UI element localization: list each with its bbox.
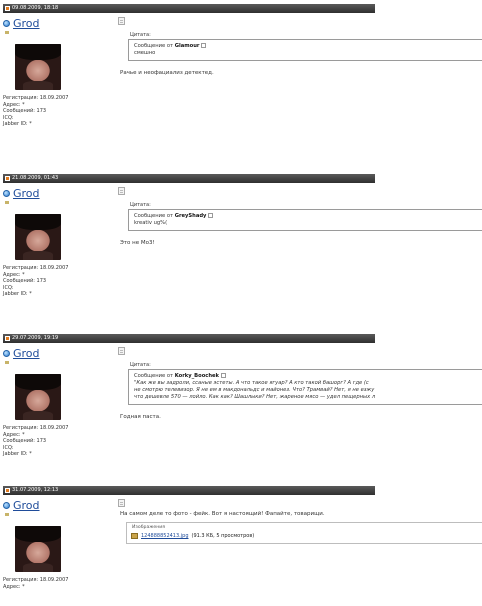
- avatar: [15, 526, 61, 572]
- post-document-icon: [118, 347, 125, 355]
- user-sidebar: Grod Регистрация: 18.09.2007 Адрес: *: [3, 499, 113, 590]
- quote-box: Сообщение от Korky_Boochek "Как же вы за…: [128, 369, 482, 405]
- post-4: 31.07.2009, 12:13 Grod Регистрация: 18.0…: [0, 482, 482, 606]
- post-header: 29.07.2009, 19:19: [3, 334, 375, 343]
- quote-block: Цитата: Сообщение от GreyShady kreativ u…: [128, 202, 482, 231]
- quote-author: GreyShady: [174, 213, 207, 219]
- avatar: [15, 44, 61, 90]
- online-status-icon: [3, 502, 10, 509]
- quote-block: Цитата: Сообщение от Korky_Boochek "Как …: [128, 362, 482, 405]
- user-info: Регистрация: 18.09.2007 Адрес: *: [3, 577, 69, 590]
- post-content: Цитата: Сообщение от Korky_Boochek "Как …: [118, 347, 482, 420]
- avatar: [15, 214, 61, 260]
- rank-icon: [5, 361, 9, 364]
- quote-block: Цитата: Сообщение от Glamour смешно: [128, 32, 482, 61]
- online-status-icon: [3, 20, 10, 27]
- attachment-meta: (91.3 КБ, 5 просмотров): [191, 533, 255, 539]
- user-info: Регистрация: 18.09.2007 Адрес: * Сообщен…: [3, 95, 69, 127]
- post-date: 31.07.2009, 12:13: [12, 487, 59, 493]
- post-date: 21.08.2009, 01:43: [12, 175, 59, 181]
- online-status-icon: [3, 190, 10, 197]
- username-link[interactable]: Grod: [13, 187, 40, 200]
- view-post-icon[interactable]: [221, 373, 226, 378]
- post-header: 09.08.2009, 18:18: [3, 4, 375, 13]
- online-status-icon: [3, 350, 10, 357]
- avatar: [15, 374, 61, 420]
- attachment-link[interactable]: 124888852413.jpg: [141, 533, 189, 539]
- view-post-icon[interactable]: [201, 43, 207, 48]
- post-message: Годная паста.: [120, 414, 161, 420]
- user-sidebar: Grod Регистрация: 18.09.2007 Адрес: * Со…: [3, 347, 113, 458]
- quote-author: Glamour: [174, 43, 200, 49]
- quote-box: Сообщение от GreyShady kreativ ug%(: [128, 209, 482, 231]
- post-icon: [5, 488, 10, 493]
- post-message: Это не Mo3!: [120, 240, 155, 246]
- post-message: Рачье и неофациализ детектед.: [120, 70, 214, 76]
- rank-icon: [5, 513, 9, 516]
- username-link[interactable]: Grod: [13, 347, 40, 360]
- user-info: Регистрация: 18.09.2007 Адрес: * Сообщен…: [3, 425, 69, 457]
- rank-icon: [5, 201, 9, 204]
- post-content: Цитата: Сообщение от Glamour смешно Рачь…: [118, 17, 482, 76]
- post-content: Цитата: Сообщение от GreyShady kreativ u…: [118, 187, 482, 246]
- quote-box: Сообщение от Glamour смешно: [128, 39, 482, 61]
- post-content: На самом деле то фото - фейк. Вот я наст…: [118, 499, 482, 544]
- rank-icon: [5, 31, 9, 34]
- user-sidebar: Grod Регистрация: 18.09.2007 Адрес: * Со…: [3, 187, 113, 298]
- attachments-box: Изображения 124888852413.jpg (91.3 КБ, 5…: [126, 522, 482, 544]
- image-file-icon: [131, 533, 138, 539]
- post-date: 29.07.2009, 19:19: [12, 335, 59, 341]
- post-2: 21.08.2009, 01:43 Grod Регистрация: 18.0…: [0, 170, 482, 330]
- post-message: На самом деле то фото - фейк. Вот я наст…: [120, 511, 325, 517]
- post-header: 31.07.2009, 12:13: [3, 486, 375, 495]
- post-document-icon: [118, 187, 125, 195]
- username-link[interactable]: Grod: [13, 17, 40, 30]
- user-sidebar: Grod Регистрация: 18.09.2007 Адрес: * Со…: [3, 17, 113, 128]
- post-document-icon: [118, 499, 125, 507]
- post-date: 09.08.2009, 18:18: [12, 5, 59, 11]
- post-document-icon: [118, 17, 125, 25]
- post-1: 09.08.2009, 18:18 Grod Регистрация: 18.0…: [0, 0, 482, 170]
- post-icon: [5, 176, 10, 181]
- username-link[interactable]: Grod: [13, 499, 40, 512]
- post-3: 29.07.2009, 19:19 Grod Регистрация: 18.0…: [0, 330, 482, 482]
- post-icon: [5, 6, 10, 11]
- quote-author: Korky_Boochek: [174, 373, 219, 379]
- post-icon: [5, 336, 10, 341]
- post-header: 21.08.2009, 01:43: [3, 174, 375, 183]
- user-info: Регистрация: 18.09.2007 Адрес: * Сообщен…: [3, 265, 69, 297]
- view-post-icon[interactable]: [208, 213, 214, 218]
